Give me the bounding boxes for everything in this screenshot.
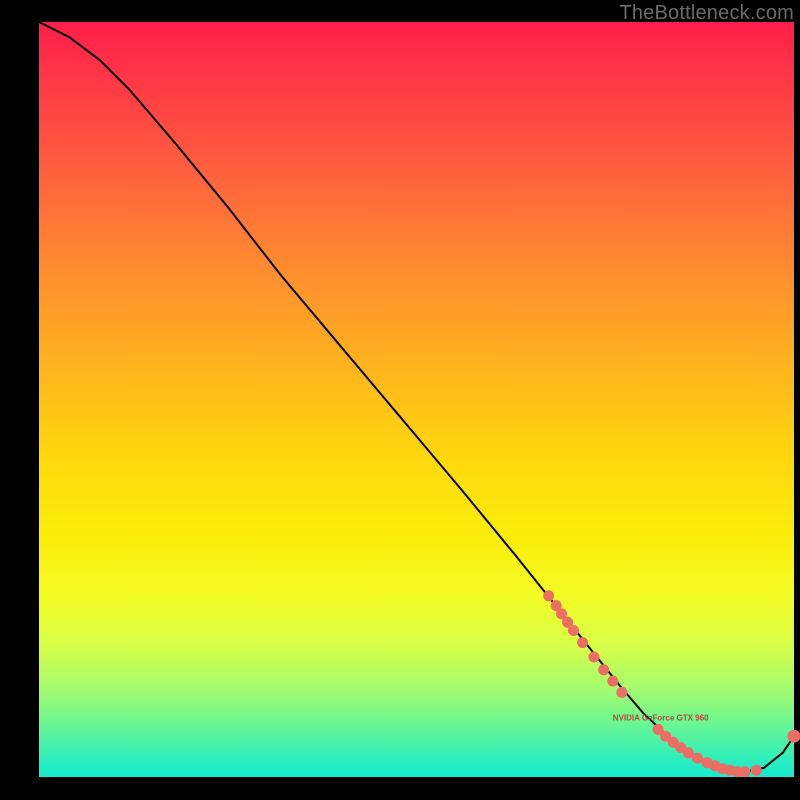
gpu-marker-dot — [739, 766, 750, 777]
plot-area: NVIDIA GeForce GTX 960 — [39, 22, 794, 777]
gpu-marker-dot — [616, 687, 627, 698]
gpu-position-label: NVIDIA GeForce GTX 960 — [613, 713, 709, 722]
curve-layer: NVIDIA GeForce GTX 960 — [39, 22, 794, 777]
gpu-marker-dot — [588, 652, 599, 663]
gpu-marker-dot — [577, 637, 588, 648]
gpu-marker-dot — [788, 730, 800, 743]
gpu-marker-dot — [607, 676, 618, 687]
chart-stage: TheBottleneck.com NVIDIA GeForce GTX 960 — [0, 0, 800, 800]
gpu-marker-dot — [568, 625, 579, 636]
gpu-marker-cluster — [543, 590, 800, 777]
gpu-marker-dot — [692, 753, 703, 764]
bottleneck-curve — [39, 22, 794, 773]
gpu-marker-dot — [751, 765, 762, 776]
gpu-marker-dot — [598, 664, 609, 675]
gpu-marker-dot — [543, 590, 554, 601]
